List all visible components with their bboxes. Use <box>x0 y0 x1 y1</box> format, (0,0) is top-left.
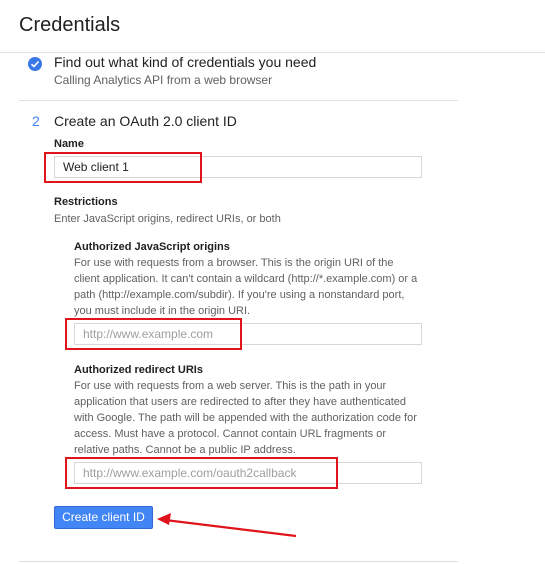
name-label: Name <box>54 138 84 150</box>
step-title: Create an OAuth 2.0 client ID <box>54 113 237 129</box>
bottom-divider <box>19 561 458 562</box>
restrictions-label: Restrictions <box>54 196 118 208</box>
origins-help: For use with requests from a browser. Th… <box>74 257 418 317</box>
redirects-highlight-box <box>65 457 338 489</box>
section-divider <box>19 100 458 101</box>
origins-label: Authorized JavaScript origins <box>74 241 230 253</box>
arrow-left-icon <box>157 513 297 538</box>
step-1-title: Find out what kind of credentials you ne… <box>54 54 317 70</box>
credentials-page: Credentials Find out what kind of creden… <box>0 0 545 564</box>
redirects-help: For use with requests from a web server.… <box>74 380 417 456</box>
page-header: Credentials <box>0 0 545 53</box>
create-client-id-button[interactable]: Create client ID <box>54 506 153 529</box>
step-number: 2 <box>32 113 40 129</box>
restrictions-help: Enter JavaScript origins, redirect URIs,… <box>54 213 281 225</box>
check-circle-icon <box>28 57 42 71</box>
page-title: Credentials <box>19 14 121 36</box>
origins-highlight-box <box>65 318 242 350</box>
name-highlight-box <box>44 152 202 183</box>
step-1-subtitle: Calling Analytics API from a web browser <box>54 73 273 87</box>
redirects-label: Authorized redirect URIs <box>74 364 203 376</box>
